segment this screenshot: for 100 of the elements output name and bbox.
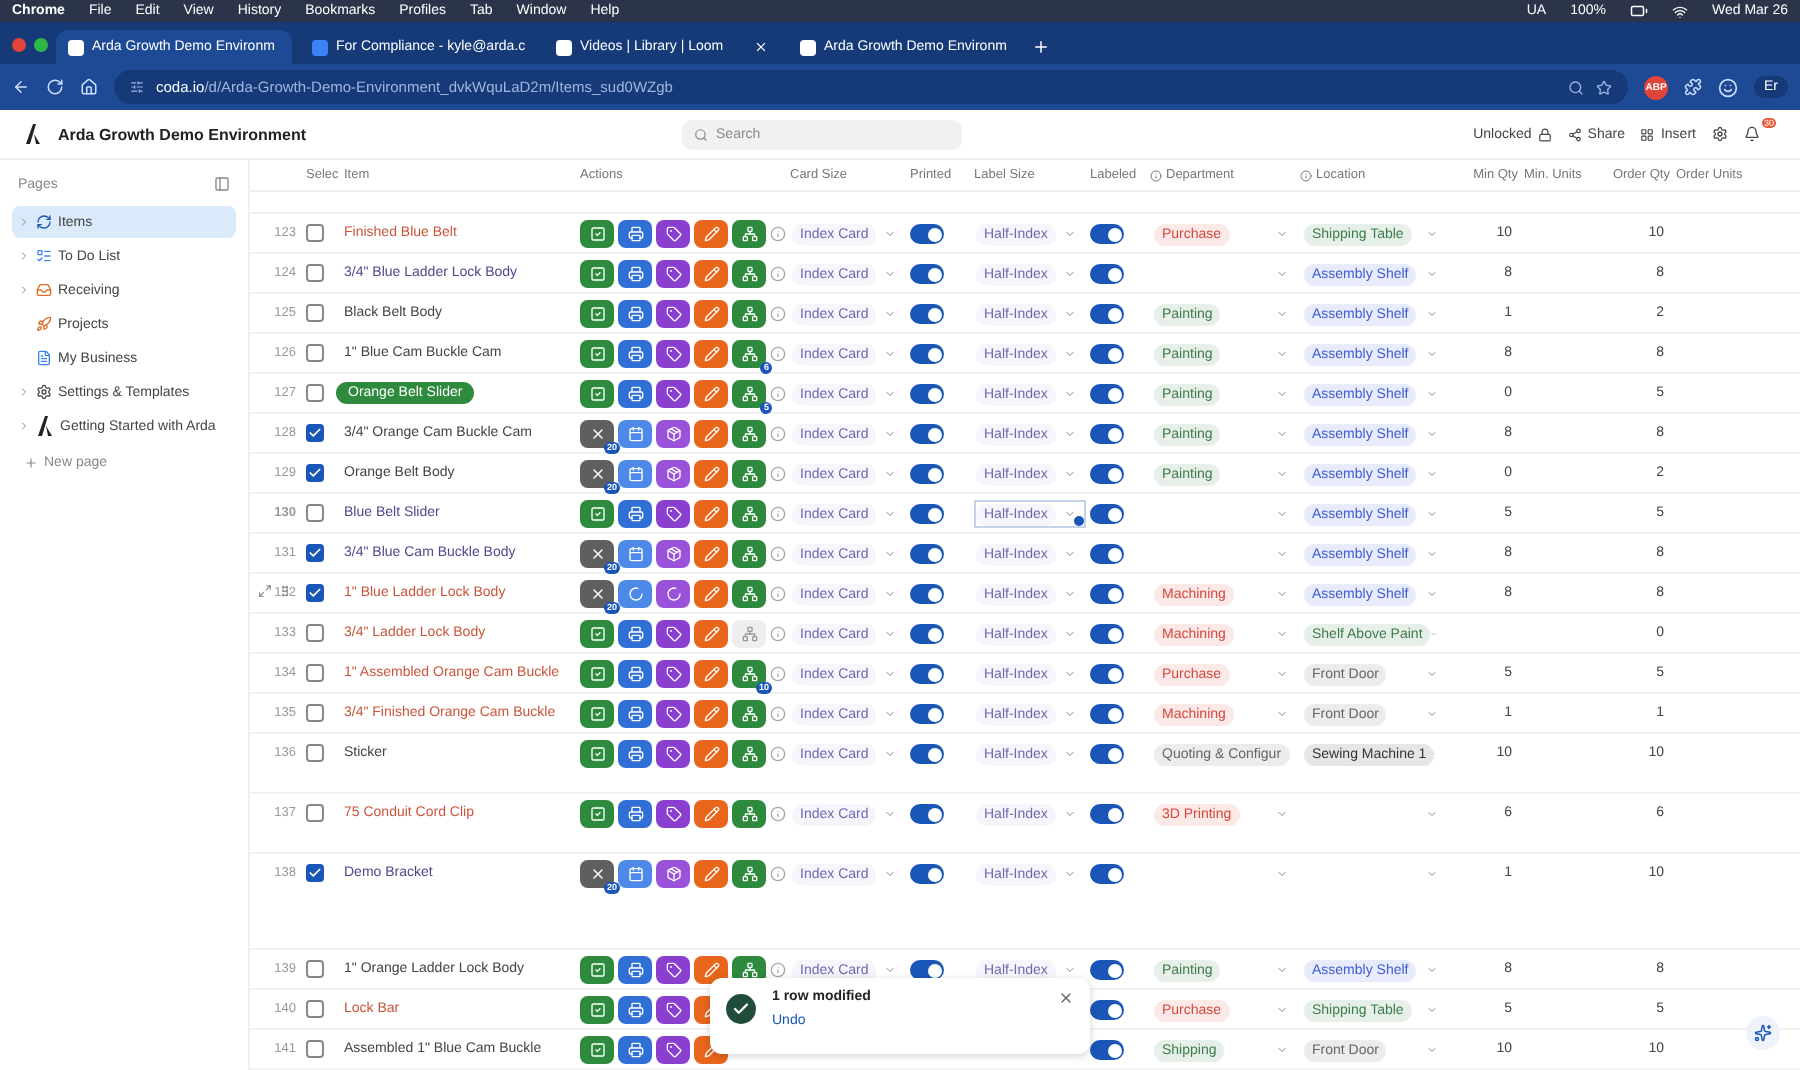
- row-checkbox[interactable]: [306, 304, 324, 322]
- row-checkbox[interactable]: [306, 424, 324, 442]
- check-button[interactable]: [580, 300, 614, 328]
- edit-button[interactable]: [694, 380, 728, 408]
- network-button[interactable]: [732, 260, 766, 288]
- edit-button[interactable]: [694, 420, 728, 448]
- network-button[interactable]: [732, 540, 766, 568]
- settings-icon[interactable]: [1711, 126, 1728, 142]
- network-button[interactable]: [732, 500, 766, 528]
- labeled-toggle[interactable]: [1090, 704, 1124, 724]
- printed-toggle[interactable]: [910, 344, 944, 364]
- row-checkbox[interactable]: [306, 804, 324, 822]
- printed-toggle[interactable]: [910, 224, 944, 244]
- row-checkbox[interactable]: [306, 704, 324, 722]
- tag-button[interactable]: [656, 620, 690, 648]
- network-button[interactable]: [732, 580, 766, 608]
- edit-button[interactable]: [694, 500, 728, 528]
- labeled-toggle[interactable]: [1090, 384, 1124, 404]
- edit-button[interactable]: [694, 860, 728, 888]
- package-button[interactable]: [656, 460, 690, 488]
- edit-button[interactable]: [694, 700, 728, 728]
- edit-button[interactable]: [694, 660, 728, 688]
- check-button[interactable]: [580, 800, 614, 828]
- printed-toggle[interactable]: [910, 384, 944, 404]
- print-button[interactable]: [618, 380, 652, 408]
- edit-button[interactable]: [694, 800, 728, 828]
- edit-button[interactable]: [694, 580, 728, 608]
- row-checkbox[interactable]: [306, 1040, 324, 1058]
- window-close-control[interactable]: [12, 38, 26, 52]
- network-button[interactable]: [732, 740, 766, 768]
- printed-toggle[interactable]: [910, 304, 944, 324]
- edit-button[interactable]: [694, 260, 728, 288]
- labeled-toggle[interactable]: [1090, 744, 1124, 764]
- extensions-icon[interactable]: [1684, 78, 1702, 96]
- tag-button[interactable]: [656, 956, 690, 984]
- star-icon[interactable]: [1596, 79, 1612, 95]
- labeled-toggle[interactable]: [1090, 464, 1124, 484]
- drag-handle-icon[interactable]: [278, 584, 292, 598]
- printed-toggle[interactable]: [910, 704, 944, 724]
- package-button[interactable]: [656, 420, 690, 448]
- row-checkbox[interactable]: [306, 1000, 324, 1018]
- check-button[interactable]: [580, 340, 614, 368]
- row-checkbox[interactable]: [306, 664, 324, 682]
- row-checkbox[interactable]: [306, 224, 324, 242]
- printed-toggle[interactable]: [910, 744, 944, 764]
- print-button[interactable]: [618, 340, 652, 368]
- window-zoom-control[interactable]: [34, 38, 48, 52]
- network-button[interactable]: [732, 700, 766, 728]
- network-button[interactable]: [732, 860, 766, 888]
- edit-button[interactable]: [694, 340, 728, 368]
- check-button[interactable]: [580, 956, 614, 984]
- tag-button[interactable]: [656, 800, 690, 828]
- sliders-icon[interactable]: [130, 80, 144, 94]
- print-button[interactable]: [618, 800, 652, 828]
- labeled-toggle[interactable]: [1090, 264, 1124, 284]
- calendar-button[interactable]: [618, 460, 652, 488]
- print-button[interactable]: [618, 300, 652, 328]
- print-button[interactable]: [618, 956, 652, 984]
- labeled-toggle[interactable]: [1090, 584, 1124, 604]
- printed-toggle[interactable]: [910, 464, 944, 484]
- printed-toggle[interactable]: [910, 504, 944, 524]
- new-tab-icon[interactable]: [1032, 38, 1050, 56]
- calendar-button[interactable]: [618, 860, 652, 888]
- spinner-button[interactable]: [618, 580, 652, 608]
- row-checkbox[interactable]: [306, 384, 324, 402]
- labeled-toggle[interactable]: [1090, 544, 1124, 564]
- edit-button[interactable]: [694, 740, 728, 768]
- expand-icon[interactable]: [258, 584, 272, 598]
- tag-button[interactable]: [656, 996, 690, 1024]
- spinner-button[interactable]: [656, 580, 690, 608]
- panel-icon[interactable]: [214, 176, 230, 192]
- labeled-toggle[interactable]: [1090, 344, 1124, 364]
- printed-toggle[interactable]: [910, 960, 944, 980]
- package-button[interactable]: [656, 540, 690, 568]
- tag-button[interactable]: [656, 1036, 690, 1064]
- tag-button[interactable]: [656, 700, 690, 728]
- labeled-toggle[interactable]: [1090, 1040, 1124, 1060]
- printed-toggle[interactable]: [910, 424, 944, 444]
- labeled-toggle[interactable]: [1090, 1000, 1124, 1020]
- labeled-toggle[interactable]: [1090, 304, 1124, 324]
- print-button[interactable]: [618, 260, 652, 288]
- row-checkbox[interactable]: [306, 864, 324, 882]
- tag-button[interactable]: [656, 380, 690, 408]
- search-icon[interactable]: [1568, 79, 1584, 95]
- tag-button[interactable]: [656, 260, 690, 288]
- edit-button[interactable]: [694, 300, 728, 328]
- bell-icon[interactable]: [1743, 126, 1760, 142]
- print-button[interactable]: [618, 1036, 652, 1064]
- check-button[interactable]: [580, 620, 614, 648]
- row-checkbox[interactable]: [306, 744, 324, 762]
- edit-button[interactable]: [694, 956, 728, 984]
- row-checkbox[interactable]: [306, 584, 324, 602]
- labeled-toggle[interactable]: [1090, 504, 1124, 524]
- network-button[interactable]: [732, 420, 766, 448]
- network-button[interactable]: [732, 800, 766, 828]
- row-checkbox[interactable]: [306, 464, 324, 482]
- row-checkbox[interactable]: [306, 264, 324, 282]
- row-checkbox[interactable]: [306, 504, 324, 522]
- printed-toggle[interactable]: [910, 664, 944, 684]
- calendar-button[interactable]: [618, 540, 652, 568]
